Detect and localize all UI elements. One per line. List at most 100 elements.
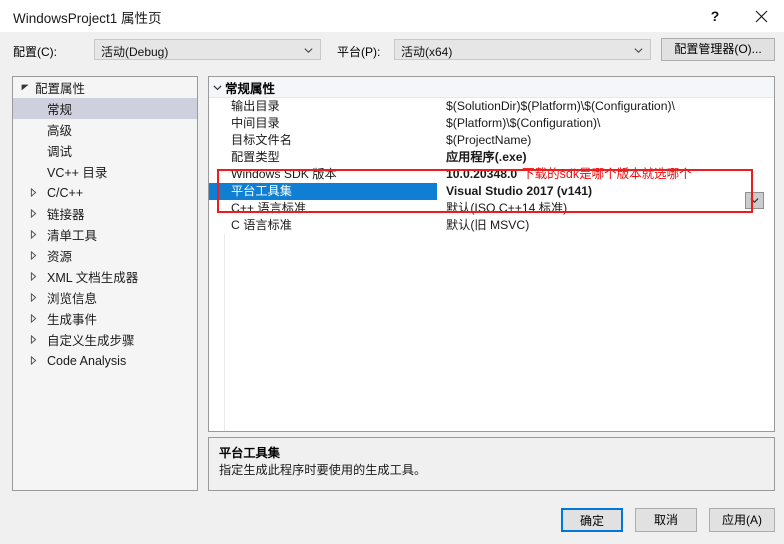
property-name: C 语言标准: [231, 218, 292, 232]
configuration-combobox[interactable]: 活动(Debug): [94, 39, 321, 60]
configuration-value: 活动(Debug): [101, 45, 169, 59]
property-grid[interactable]: 常规属性 输出目录 $(SolutionDir)$(Platform)\$(Con…: [208, 76, 775, 432]
description-text: 指定生成此程序时要使用的生成工具。: [219, 463, 427, 477]
property-value-text: $(Platform)\$(Configuration)\: [446, 116, 601, 130]
platform-toolset-dropdown-button[interactable]: [745, 192, 764, 209]
property-name: C++ 语言标准: [231, 201, 307, 215]
chevron-right-icon[interactable]: [27, 251, 40, 260]
property-value[interactable]: 默认(ISO C++14 标准): [437, 200, 774, 217]
property-rows: 输出目录 $(SolutionDir)$(Platform)\$(Configur…: [209, 98, 774, 234]
ok-button[interactable]: 确定: [561, 508, 623, 532]
property-value-text: 应用程序(.exe): [446, 150, 527, 164]
property-row-1[interactable]: 中间目录 $(Platform)\$(Configuration)\: [209, 115, 774, 132]
chevron-down-icon: [634, 46, 643, 55]
apply-button[interactable]: 应用(A): [709, 508, 775, 532]
tree-item-7[interactable]: 清单工具: [13, 224, 197, 245]
property-description-panel: 平台工具集 指定生成此程序时要使用的生成工具。: [208, 437, 775, 491]
tree-item-2[interactable]: 高级: [13, 119, 197, 140]
window-title: WindowsProject1 属性页: [13, 11, 162, 26]
platform-value: 活动(x64): [401, 45, 453, 59]
tree-item-3[interactable]: 调试: [13, 140, 197, 161]
chevron-right-icon[interactable]: [27, 209, 40, 218]
tree-list: 配置属性常规高级调试 VC++ 目录 C/C++ 链接器清单工具资源 XML 文档生成器…: [13, 77, 197, 371]
cancel-button[interactable]: 取消: [635, 508, 697, 532]
platform-label: 平台(P):: [337, 45, 381, 59]
tree-item-label: 浏览信息: [47, 292, 98, 306]
property-name: 配置类型: [231, 150, 280, 164]
title-bar: WindowsProject1 属性页 ?: [0, 0, 784, 32]
chevron-down-icon: [304, 46, 313, 55]
configuration-label: 配置(C):: [13, 45, 57, 59]
tree-item-5[interactable]: C/C++: [13, 182, 197, 203]
tree-item-label: 常规: [47, 103, 73, 117]
tree-item-label: Code Analysis: [47, 353, 127, 368]
tree-item-label: 清单工具: [47, 229, 98, 243]
property-name: 中间目录: [231, 116, 280, 130]
configuration-tree[interactable]: 配置属性常规高级调试 VC++ 目录 C/C++ 链接器清单工具资源 XML 文档生成器…: [12, 76, 198, 491]
category-title: 常规属性: [225, 81, 276, 96]
tree-item-label: C/C++: [47, 185, 84, 200]
property-value-text: 默认(旧 MSVC): [446, 218, 530, 232]
chevron-right-icon[interactable]: [27, 188, 40, 197]
tree-item-11[interactable]: 生成事件: [13, 308, 197, 329]
tree-item-12[interactable]: 自定义生成步骤: [13, 329, 197, 350]
property-name: 平台工具集: [209, 183, 437, 200]
chevron-right-icon[interactable]: [27, 356, 40, 365]
chevron-right-icon[interactable]: [27, 335, 40, 344]
property-value[interactable]: 10.0.20348.0 下载的sdk是哪个版本就选哪个: [437, 166, 774, 183]
tree-item-label: 生成事件: [47, 313, 98, 327]
tree-item-label: 自定义生成步骤: [47, 334, 135, 348]
configuration-manager-button[interactable]: 配置管理器(O)...: [661, 38, 775, 61]
property-value-text: Visual Studio 2017 (v141): [446, 184, 593, 198]
tree-item-10[interactable]: 浏览信息: [13, 287, 197, 308]
chevron-down-icon: [750, 197, 759, 204]
tree-item-8[interactable]: 资源: [13, 245, 197, 266]
property-row-5[interactable]: 平台工具集 Visual Studio 2017 (v141): [209, 183, 774, 200]
property-name: 输出目录: [231, 99, 280, 113]
description-title: 平台工具集: [219, 446, 280, 460]
tree-item-9[interactable]: XML 文档生成器: [13, 266, 197, 287]
property-value[interactable]: Visual Studio 2017 (v141): [437, 183, 774, 200]
chevron-right-icon[interactable]: [27, 230, 40, 239]
property-row-7[interactable]: C 语言标准 默认(旧 MSVC): [209, 217, 774, 234]
chevron-down-icon[interactable]: [209, 83, 225, 92]
chevron-right-icon[interactable]: [27, 314, 40, 323]
help-button[interactable]: ?: [692, 0, 738, 32]
property-value[interactable]: $(Platform)\$(Configuration)\: [437, 115, 774, 132]
property-value-text: $(SolutionDir)$(Platform)\$(Configuratio…: [446, 99, 675, 113]
tree-item-4[interactable]: VC++ 目录: [13, 161, 197, 182]
question-mark-icon: ?: [710, 8, 720, 24]
property-value[interactable]: 应用程序(.exe): [437, 149, 774, 166]
close-icon: [755, 10, 768, 23]
chevron-down-icon[interactable]: [19, 84, 32, 91]
tree-item-13[interactable]: Code Analysis: [13, 350, 197, 371]
property-value[interactable]: 默认(旧 MSVC): [437, 217, 774, 234]
annotation-text: 下载的sdk是哪个版本就选哪个: [522, 167, 692, 181]
property-value-text: 默认(ISO C++14 标准): [446, 201, 568, 215]
property-value[interactable]: $(SolutionDir)$(Platform)\$(Configuratio…: [437, 98, 774, 115]
platform-combobox[interactable]: 活动(x64): [394, 39, 651, 60]
tree-item-label: VC++ 目录: [47, 166, 108, 180]
property-row-6[interactable]: C++ 语言标准 默认(ISO C++14 标准): [209, 200, 774, 217]
window-controls: ?: [692, 0, 784, 32]
property-value-text: $(ProjectName): [446, 133, 532, 147]
chevron-right-icon[interactable]: [27, 272, 40, 281]
property-row-2[interactable]: 目标文件名 $(ProjectName): [209, 132, 774, 149]
tree-item-label: 高级: [47, 124, 73, 138]
tree-item-0[interactable]: 配置属性: [13, 77, 197, 98]
property-value[interactable]: $(ProjectName): [437, 132, 774, 149]
tree-item-6[interactable]: 链接器: [13, 203, 197, 224]
chevron-right-icon[interactable]: [27, 293, 40, 302]
tree-item-label: 配置属性: [35, 82, 86, 96]
tree-item-1[interactable]: 常规: [13, 98, 197, 119]
property-row-0[interactable]: 输出目录 $(SolutionDir)$(Platform)\$(Configur…: [209, 98, 774, 115]
close-button[interactable]: [738, 0, 784, 32]
category-header-general[interactable]: 常规属性: [209, 77, 774, 98]
tree-item-label: 资源: [47, 250, 73, 264]
property-name: 目标文件名: [231, 133, 292, 147]
tree-item-label: 调试: [47, 145, 73, 159]
property-row-3[interactable]: 配置类型 应用程序(.exe): [209, 149, 774, 166]
tree-item-label: 链接器: [47, 208, 85, 222]
property-name: Windows SDK 版本: [231, 167, 337, 181]
property-row-4[interactable]: Windows SDK 版本 10.0.20348.0 下载的sdk是哪个版本就选哪…: [209, 166, 774, 183]
